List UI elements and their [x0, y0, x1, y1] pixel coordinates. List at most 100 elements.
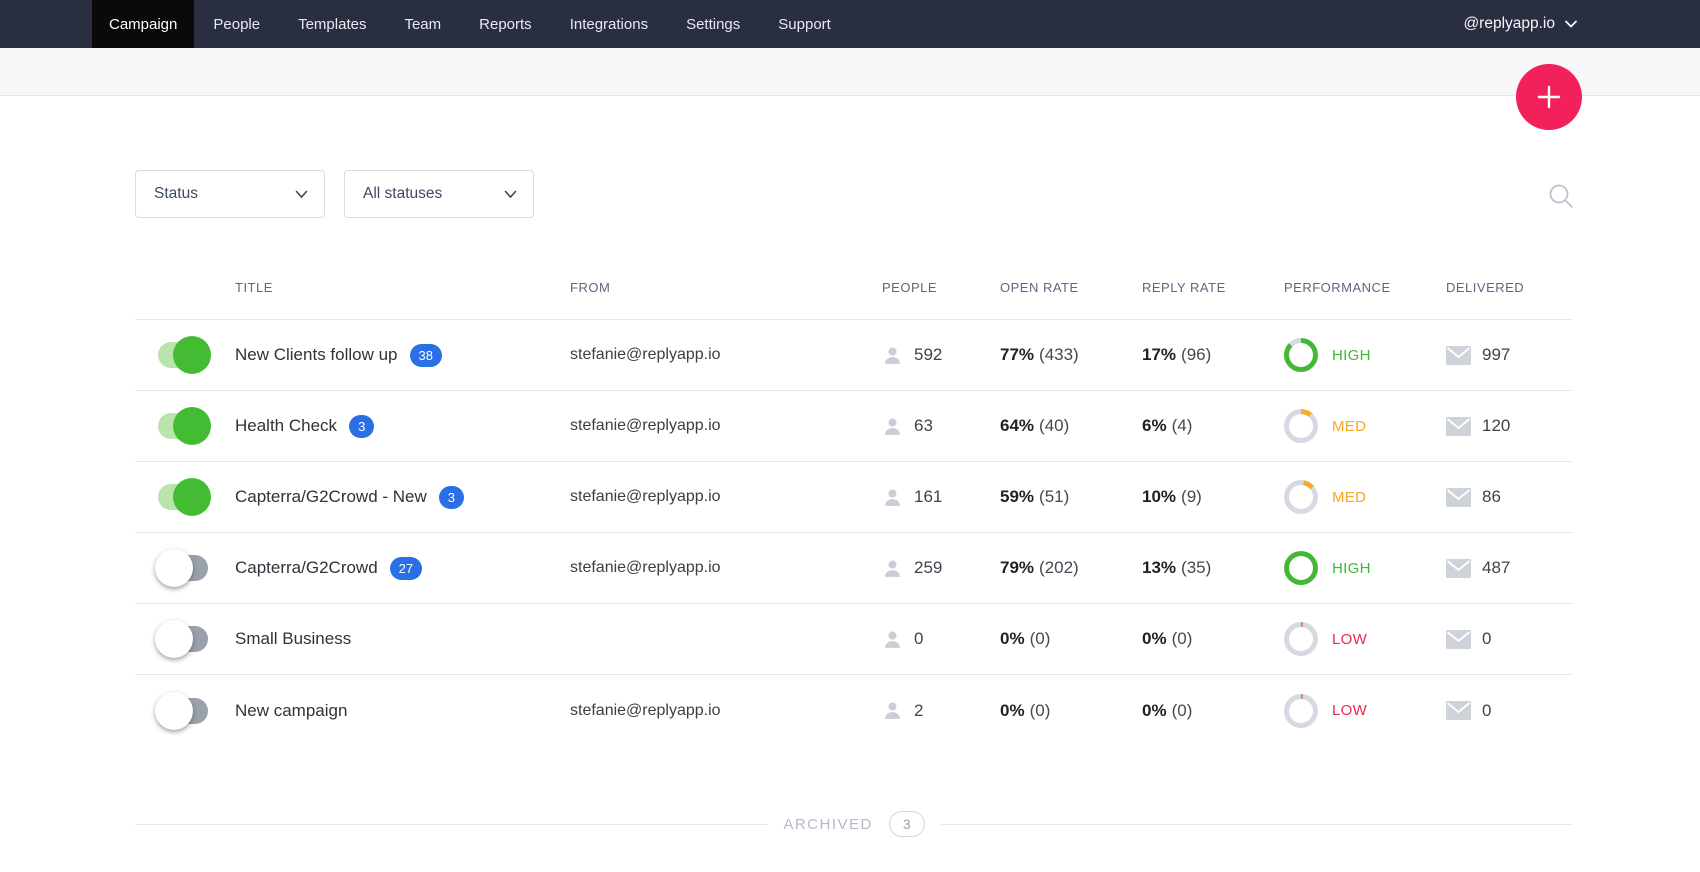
- nav-item[interactable]: Integrations: [551, 0, 667, 48]
- reply-rate-count: (4): [1172, 416, 1193, 436]
- campaign-title: Capterra/G2Crowd: [235, 558, 378, 578]
- column-header: PEOPLE: [882, 280, 1000, 319]
- divider-line: [941, 824, 1573, 825]
- toggle-knob: [173, 336, 211, 374]
- open-rate-count: (202): [1039, 558, 1079, 578]
- performance-label: LOW: [1332, 702, 1367, 719]
- open-rate-percent: 64%: [1000, 416, 1034, 436]
- top-nav: Campaign People Templates Team Reports I…: [0, 0, 1700, 48]
- search-icon: [1546, 181, 1576, 211]
- open-rate-count: (51): [1039, 487, 1069, 507]
- toggle-knob: [155, 549, 193, 587]
- reply-rate-percent: 13%: [1142, 558, 1176, 578]
- reply-rate-percent: 6%: [1142, 416, 1167, 436]
- envelope-icon: [1446, 630, 1471, 649]
- header-spacer: [135, 295, 235, 319]
- plus-icon: [1536, 84, 1562, 110]
- campaign-row[interactable]: Capterra/G2Crowd 27 stefanie@replyapp.io…: [135, 533, 1573, 604]
- open-rate-percent: 79%: [1000, 558, 1034, 578]
- campaign-toggle[interactable]: [158, 626, 208, 652]
- column-header: TITLE: [235, 280, 570, 319]
- sub-header: [0, 48, 1700, 96]
- people-count: 63: [914, 416, 933, 436]
- performance-donut: [1284, 694, 1318, 728]
- column-header: REPLY RATE: [1142, 280, 1284, 319]
- from-email: stefanie@replyapp.io: [570, 488, 882, 506]
- performance-label: HIGH: [1332, 560, 1371, 577]
- people-count: 592: [914, 345, 942, 365]
- reply-rate-count: (9): [1181, 487, 1202, 507]
- campaigns-table: TITLE FROM PEOPLE OPEN RATE REPLY RATE P…: [135, 218, 1573, 746]
- campaign-toggle[interactable]: [158, 484, 208, 510]
- from-email: stefanie@replyapp.io: [570, 559, 882, 577]
- delivered-count: 86: [1482, 487, 1501, 507]
- reply-rate-percent: 0%: [1142, 701, 1167, 721]
- campaign-row[interactable]: Capterra/G2Crowd - New 3 stefanie@replya…: [135, 462, 1573, 533]
- performance-label: HIGH: [1332, 347, 1371, 364]
- all-statuses-dropdown[interactable]: All statuses: [344, 170, 534, 218]
- nav-item[interactable]: Campaign: [92, 0, 194, 48]
- campaign-toggle[interactable]: [158, 698, 208, 724]
- column-header: OPEN RATE: [1000, 280, 1142, 319]
- nav-item[interactable]: Team: [385, 0, 460, 48]
- open-rate-percent: 0%: [1000, 629, 1025, 649]
- status-dropdown[interactable]: Status: [135, 170, 325, 218]
- open-rate-percent: 59%: [1000, 487, 1034, 507]
- open-rate-count: (0): [1030, 701, 1051, 721]
- campaign-toggle[interactable]: [158, 342, 208, 368]
- campaign-title: Health Check: [235, 416, 337, 436]
- nav-item-label: Team: [404, 16, 441, 33]
- all-statuses-dropdown-value: All statuses: [363, 185, 442, 203]
- archived-label: ARCHIVED: [783, 816, 873, 833]
- nav-item[interactable]: Reports: [460, 0, 551, 48]
- toggle-knob: [155, 692, 193, 730]
- campaign-title: New campaign: [235, 701, 347, 721]
- reply-rate-percent: 17%: [1142, 345, 1176, 365]
- campaign-row[interactable]: Small Business 0 0% (0) 0% (: [135, 604, 1573, 675]
- delivered-count: 120: [1482, 416, 1510, 436]
- chevron-down-icon: [295, 190, 308, 199]
- nav-item[interactable]: Templates: [279, 0, 385, 48]
- envelope-icon: [1446, 559, 1471, 578]
- envelope-icon: [1446, 346, 1471, 365]
- chevron-down-icon: [1565, 20, 1577, 28]
- status-dropdown-value: Status: [154, 185, 198, 203]
- person-icon: [882, 629, 903, 650]
- toggle-knob: [173, 478, 211, 516]
- reply-rate-percent: 0%: [1142, 629, 1167, 649]
- divider-line: [135, 824, 767, 825]
- table-header: TITLE FROM PEOPLE OPEN RATE REPLY RATE P…: [135, 218, 1573, 320]
- campaign-toggle[interactable]: [158, 555, 208, 581]
- new-campaign-button[interactable]: [1516, 64, 1582, 130]
- people-count: 161: [914, 487, 942, 507]
- new-count-badge: 27: [390, 557, 422, 580]
- people-count: 2: [914, 701, 923, 721]
- person-icon: [882, 558, 903, 579]
- nav-item-label: Campaign: [109, 16, 177, 33]
- account-menu[interactable]: @replyapp.io: [1463, 0, 1577, 48]
- nav-item-label: Templates: [298, 16, 366, 33]
- performance-label: MED: [1332, 489, 1366, 506]
- campaign-row[interactable]: New campaign stefanie@replyapp.io 2 0% (…: [135, 675, 1573, 746]
- toggle-knob: [155, 620, 193, 658]
- account-label: @replyapp.io: [1463, 15, 1555, 33]
- nav-item[interactable]: People: [194, 0, 279, 48]
- nav-item[interactable]: Settings: [667, 0, 759, 48]
- nav-item[interactable]: Support: [759, 0, 850, 48]
- archived-section: ARCHIVED 3: [135, 806, 1573, 842]
- archived-expander[interactable]: ARCHIVED 3: [783, 811, 924, 837]
- performance-label: MED: [1332, 418, 1366, 435]
- open-rate-count: (40): [1039, 416, 1069, 436]
- campaign-toggle[interactable]: [158, 413, 208, 439]
- campaign-title: New Clients follow up: [235, 345, 398, 365]
- archived-count-badge: 3: [889, 811, 925, 837]
- column-header: FROM: [570, 280, 882, 319]
- from-email: stefanie@replyapp.io: [570, 702, 882, 720]
- campaign-row[interactable]: Health Check 3 stefanie@replyapp.io 63 6…: [135, 391, 1573, 462]
- search-button[interactable]: [1544, 180, 1578, 214]
- people-count: 0: [914, 629, 923, 649]
- campaign-row[interactable]: New Clients follow up 38 stefanie@replya…: [135, 320, 1573, 391]
- filters-bar: Status All statuses: [135, 170, 534, 218]
- envelope-icon: [1446, 488, 1471, 507]
- reply-rate-count: (35): [1181, 558, 1211, 578]
